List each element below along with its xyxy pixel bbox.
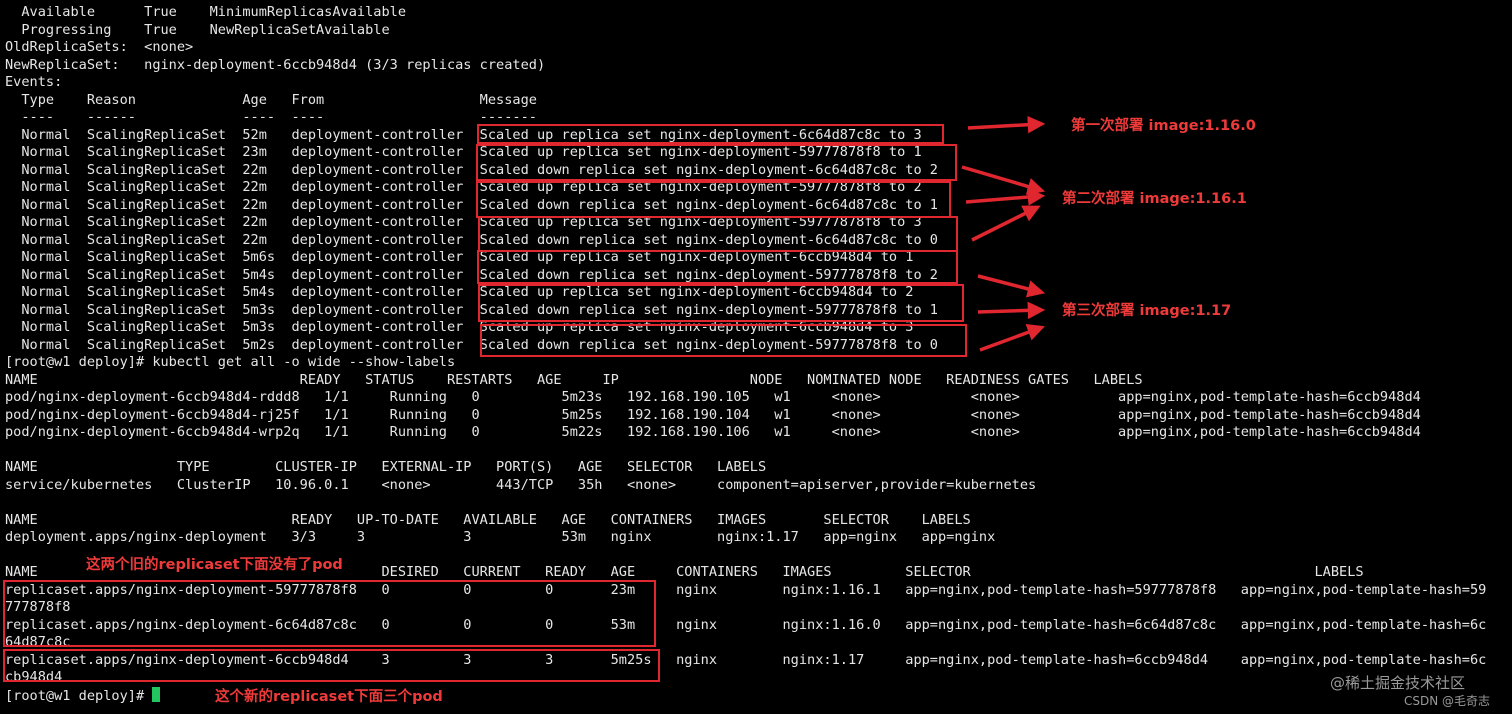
arrow-first-deploy (967, 115, 1046, 134)
watermark-csdn: CSDN @毛奇志 (1404, 694, 1491, 708)
arrow-third-deploy-3 (979, 324, 1045, 352)
annotation-third-deploy: 第三次部署 image:1.17 (1062, 303, 1232, 319)
watermark-juejin: @稀土掘金技术社区 (1330, 674, 1466, 692)
arrow-third-deploy-2 (977, 301, 1046, 320)
arrow-second-deploy-1 (961, 165, 1046, 195)
annotation-second-deploy: 第二次部署 image:1.16.1 (1062, 191, 1247, 207)
arrow-second-deploy-3 (971, 205, 1041, 242)
annotation-first-deploy: 第一次部署 image:1.16.0 (1071, 118, 1256, 134)
arrow-third-deploy-1 (977, 274, 1046, 298)
arrow-second-deploy-2 (965, 188, 1046, 206)
annotation-new-replicaset: 这个新的replicaset下面三个pod (215, 689, 443, 705)
annotation-arrows (961, 115, 1046, 352)
annotation-old-replicasets: 这两个旧的replicaset下面没有了pod (86, 557, 343, 573)
